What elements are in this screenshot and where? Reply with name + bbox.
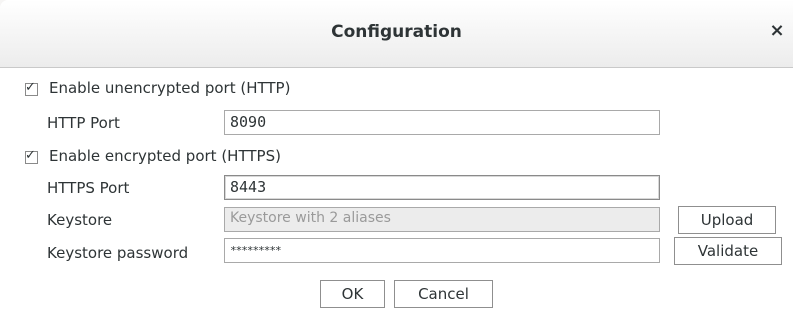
- keystore-label: Keystore: [47, 211, 113, 229]
- checkmark-icon: ✓: [25, 80, 36, 95]
- http-port-label: HTTP Port: [47, 114, 120, 132]
- close-icon[interactable]: ×: [767, 20, 787, 42]
- http-port-input[interactable]: 8090: [224, 110, 660, 135]
- upload-button[interactable]: Upload: [678, 206, 776, 234]
- validate-button[interactable]: Validate: [674, 237, 782, 265]
- https-port-label: HTTPS Port: [47, 179, 130, 197]
- title-bar: Configuration ×: [0, 0, 793, 68]
- keystore-password-input[interactable]: *********: [224, 238, 660, 263]
- enable-https-label: Enable encrypted port (HTTPS): [49, 147, 281, 165]
- dialog-title: Configuration: [331, 22, 462, 42]
- enable-https-checkbox[interactable]: ✓: [25, 148, 38, 164]
- keystore-password-label: Keystore password: [47, 244, 189, 262]
- cancel-button[interactable]: Cancel: [394, 280, 493, 308]
- https-port-input[interactable]: 8443: [224, 175, 660, 200]
- keystore-field: Keystore with 2 aliases: [224, 207, 660, 232]
- ok-button[interactable]: OK: [320, 280, 385, 308]
- dialog-content: ✓ Enable unencrypted port (HTTP) HTTP Po…: [0, 68, 793, 318]
- enable-http-checkbox[interactable]: ✓: [25, 80, 38, 96]
- enable-http-label: Enable unencrypted port (HTTP): [49, 79, 291, 97]
- checkmark-icon: ✓: [25, 148, 36, 163]
